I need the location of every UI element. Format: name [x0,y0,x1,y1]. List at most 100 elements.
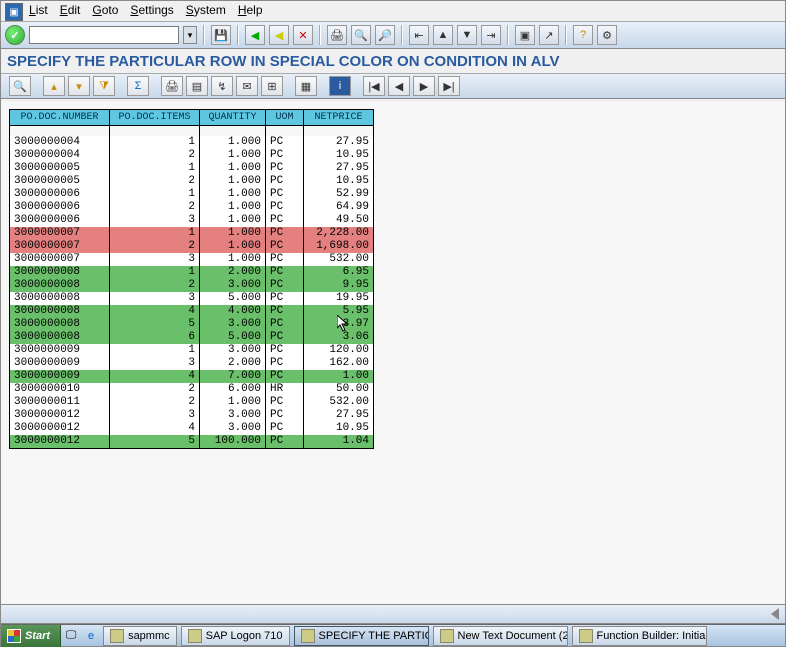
cell[interactable]: 3 [110,214,200,227]
excel-icon[interactable]: ⊞ [261,76,283,96]
cell[interactable]: 1.000 [200,214,266,227]
last-page-icon[interactable]: ⇥ [481,25,501,45]
next-page-icon[interactable]: ▼ [457,25,477,45]
cell[interactable]: 2 [110,279,200,292]
cell[interactable]: 3.06 [304,331,374,344]
table-row[interactable]: 300000000721.000PC1,698.00 [10,240,374,253]
table-row[interactable]: 30000000125100.000PC1.04 [10,435,374,449]
table-row[interactable]: 300000001026.000HR50.00 [10,383,374,396]
table-row[interactable]: 300000000812.000PC6.95 [10,266,374,279]
cell[interactable]: 162.00 [304,357,374,370]
taskbar-task[interactable]: sapmmc [103,626,177,646]
menu-settings[interactable]: Settings [130,3,173,17]
last-record-icon[interactable]: ▶| [438,76,460,96]
cell[interactable]: 3000000012 [10,409,110,422]
cell[interactable]: 1 [110,344,200,357]
cell[interactable]: 3000000004 [10,149,110,162]
menu-goto[interactable]: Goto [92,3,118,17]
cell[interactable]: 532.00 [304,253,374,266]
table-row[interactable]: 300000000631.000PC49.50 [10,214,374,227]
table-row[interactable]: 300000000411.000PC27.95 [10,136,374,149]
cell[interactable]: 3000000008 [10,305,110,318]
cell[interactable]: 3000000009 [10,344,110,357]
col-header[interactable]: NETPRICE [304,110,374,126]
table-row[interactable]: 300000000521.000PC10.95 [10,175,374,188]
cell[interactable]: 49.50 [304,214,374,227]
cell[interactable]: 3.000 [200,344,266,357]
help-icon[interactable]: ? [573,25,593,45]
taskbar-task[interactable]: Function Builder: Initial S... [572,626,707,646]
cell[interactable]: 3.000 [200,279,266,292]
table-row[interactable]: 300000000611.000PC52.99 [10,188,374,201]
cell[interactable]: PC [266,162,304,175]
cell[interactable]: 3 [110,357,200,370]
table-row[interactable]: 300000001121.000PC532.00 [10,396,374,409]
cell[interactable]: PC [266,136,304,149]
cell[interactable]: 2 [110,201,200,214]
cell[interactable]: 4.000 [200,305,266,318]
table-row[interactable]: 300000000853.000PC3.97 [10,318,374,331]
details-icon[interactable]: 🔍 [9,76,31,96]
cell[interactable]: 5.95 [304,305,374,318]
cell[interactable]: 6 [110,331,200,344]
cell[interactable]: 1 [110,162,200,175]
cell[interactable]: PC [266,227,304,240]
cell[interactable]: 3000000012 [10,435,110,449]
cell[interactable]: PC [266,344,304,357]
table-row[interactable]: 300000000511.000PC27.95 [10,162,374,175]
menu-help[interactable]: Help [238,3,263,17]
cell[interactable]: 1 [110,266,200,279]
cell[interactable]: 1.000 [200,136,266,149]
cell[interactable]: 1.000 [200,253,266,266]
table-row[interactable]: 300000000913.000PC120.00 [10,344,374,357]
quicklaunch-ie-icon[interactable]: e [81,626,101,646]
cell[interactable]: 1.000 [200,240,266,253]
cell[interactable]: 3000000007 [10,253,110,266]
table-row[interactable]: 300000000711.000PC2,228.00 [10,227,374,240]
menu-list[interactable]: List [29,3,48,17]
cell[interactable]: 5.000 [200,292,266,305]
cell[interactable]: PC [266,175,304,188]
cell[interactable]: PC [266,422,304,435]
cell[interactable]: 5 [110,435,200,449]
enter-button[interactable]: ✓ [5,25,25,45]
cell[interactable]: 3000000007 [10,227,110,240]
cell[interactable]: 1,698.00 [304,240,374,253]
cell[interactable]: 4 [110,370,200,383]
cell[interactable]: 3000000008 [10,266,110,279]
cell[interactable]: 19.95 [304,292,374,305]
prev-page-icon[interactable]: ▲ [433,25,453,45]
col-header[interactable]: QUANTITY [200,110,266,126]
cell[interactable]: 4 [110,305,200,318]
cell[interactable]: 1.000 [200,201,266,214]
cell[interactable]: 5.000 [200,331,266,344]
cell[interactable]: PC [266,240,304,253]
cell[interactable]: PC [266,188,304,201]
cell[interactable]: HR [266,383,304,396]
cell[interactable]: 3.000 [200,409,266,422]
cell[interactable]: 3000000008 [10,318,110,331]
sort-asc-icon[interactable]: ▴ [43,76,65,96]
cell[interactable]: 1.000 [200,162,266,175]
cell[interactable]: 6.000 [200,383,266,396]
cell[interactable]: 3.000 [200,318,266,331]
cell[interactable]: PC [266,305,304,318]
quicklaunch-desktop-icon[interactable]: 🖵 [61,626,81,646]
cell[interactable]: 3.000 [200,422,266,435]
cell[interactable]: 2 [110,149,200,162]
taskbar-task[interactable]: New Text Document (2) ... [433,626,568,646]
cell[interactable]: 6.95 [304,266,374,279]
cell[interactable]: 532.00 [304,396,374,409]
cell[interactable]: 3 [110,253,200,266]
print-icon[interactable]: 🖨 [161,76,183,96]
cell[interactable]: 2 [110,383,200,396]
cell[interactable]: 3000000005 [10,162,110,175]
cell[interactable]: 2.000 [200,266,266,279]
shortcut-icon[interactable]: ↗ [539,25,559,45]
cell[interactable]: 3000000009 [10,370,110,383]
command-field[interactable] [29,26,179,44]
cell[interactable]: 27.95 [304,409,374,422]
cell[interactable]: 1.000 [200,396,266,409]
views-icon[interactable]: ▤ [186,76,208,96]
cell[interactable]: 1.00 [304,370,374,383]
